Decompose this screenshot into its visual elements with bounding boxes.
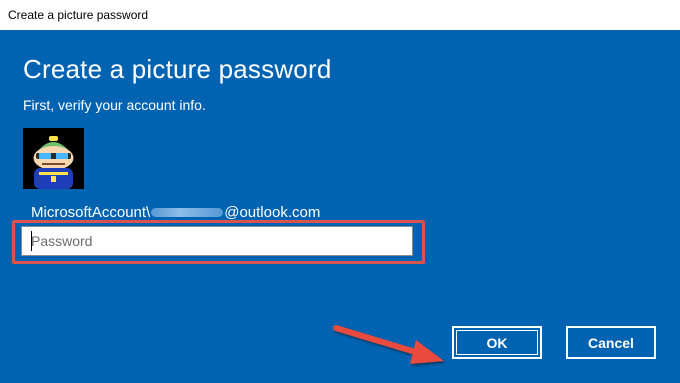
ok-button[interactable]: OK [452,326,542,359]
user-avatar-icon [23,128,84,189]
title-bar: Create a picture password [0,0,680,30]
dialog-subheading: First, verify your account info. [23,97,206,113]
redacted-username [151,208,224,217]
account-suffix: @outlook.com [224,204,321,221]
annotation-arrow-icon [333,325,444,364]
dialog-heading: Create a picture password [23,54,332,84]
account-prefix: MicrosoftAccount\ [31,204,151,221]
dialog-panel: Create a picture password First, verify … [0,30,680,383]
text-caret [31,231,32,251]
window-title: Create a picture password [8,8,149,22]
cancel-button[interactable]: Cancel [566,326,656,359]
password-field[interactable] [21,226,413,256]
account-name: MicrosoftAccount\ @outlook.com [31,204,320,221]
